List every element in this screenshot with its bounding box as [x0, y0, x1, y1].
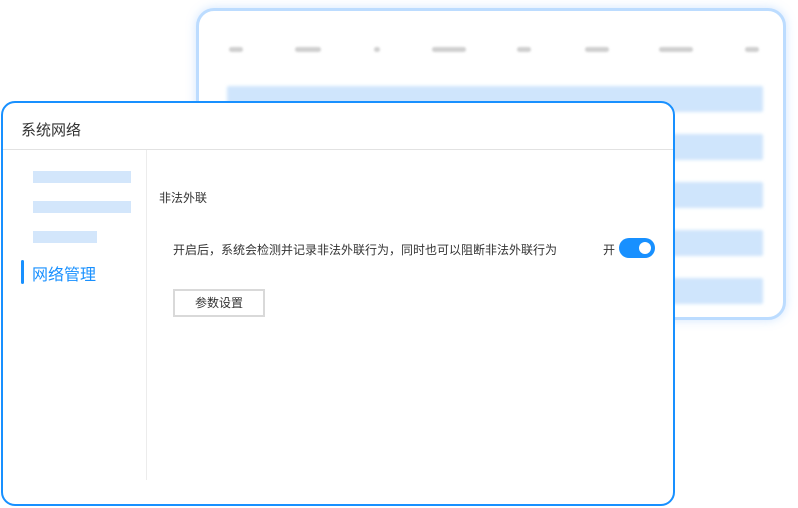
background-header-cell [432, 47, 466, 52]
sidebar-item-placeholder[interactable] [33, 171, 131, 183]
sidebar-item-placeholder[interactable] [33, 201, 131, 213]
sidebar-item-placeholder[interactable] [33, 231, 97, 243]
system-network-dialog: 系统网络 网络管理 非法外联 开启后，系统会检测并记录非法外联行为，同时也可以阻… [1, 101, 675, 506]
sidebar-item-label: 网络管理 [32, 265, 97, 284]
active-indicator [21, 260, 24, 284]
background-header-cell [229, 47, 243, 52]
feature-description: 开启后，系统会检测并记录非法外联行为，同时也可以阻断非法外联行为 [173, 243, 558, 257]
toggle-label: 开 [603, 243, 616, 257]
background-header-cell [585, 47, 609, 52]
illegal-outreach-toggle[interactable] [619, 238, 655, 258]
background-table-header [199, 11, 783, 81]
dialog-title: 系统网络 [21, 121, 82, 139]
background-header-cell [295, 47, 321, 52]
background-header-cell [659, 47, 693, 52]
parameter-settings-button[interactable]: 参数设置 [173, 289, 265, 317]
toggle-knob [639, 242, 651, 254]
sidebar: 网络管理 [3, 150, 147, 480]
section-title: 非法外联 [159, 191, 208, 205]
background-header-cell [374, 47, 380, 52]
background-header-cell [745, 47, 759, 52]
sidebar-item-network-management[interactable]: 网络管理 [21, 260, 141, 284]
background-header-cell [517, 47, 531, 52]
